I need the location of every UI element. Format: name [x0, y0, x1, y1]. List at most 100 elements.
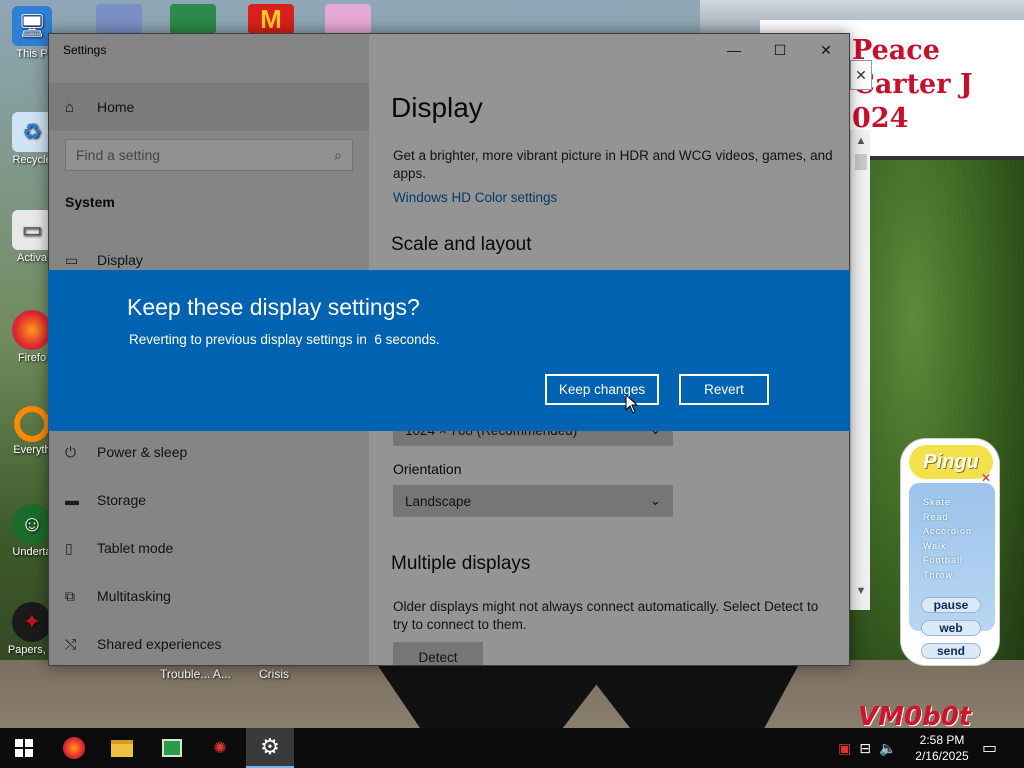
- crab-icon: ✺: [213, 740, 227, 757]
- multitasking-icon: ⧉: [65, 587, 75, 604]
- sidebar-item-label: Multitasking: [97, 588, 171, 604]
- window-title: Settings: [63, 43, 107, 57]
- windows-start-icon: [15, 739, 33, 757]
- pingu-web-button[interactable]: web: [921, 620, 981, 636]
- action-center-button[interactable]: ▭: [982, 728, 997, 768]
- background-window-close[interactable]: ✕: [850, 60, 872, 90]
- desktop-top-icon-2[interactable]: [170, 4, 216, 34]
- sidebar-item-label: Tablet mode: [97, 540, 174, 556]
- desktop-icon-label: Firefo: [17, 352, 47, 364]
- pingu-menu-item[interactable]: Read: [923, 510, 995, 525]
- revert-button[interactable]: Revert: [679, 374, 769, 405]
- task-manager-icon: [162, 739, 182, 757]
- window-titlebar[interactable]: Settings — ☐ ✕: [49, 34, 849, 66]
- desktop-icon-label: Activa: [17, 252, 47, 264]
- power-icon: ⏻: [65, 443, 77, 460]
- taskbar: ✺ ⚙ ▣ ⊟ 🔈 2:58 PM 2/16/2025 ▭: [0, 728, 1024, 768]
- monitor-icon: ▭: [65, 251, 79, 268]
- computer-icon: 🖥: [12, 6, 52, 46]
- keep-changes-button[interactable]: Keep changes: [545, 374, 659, 405]
- clock-time: 2:58 PM: [919, 733, 965, 747]
- notification-icon: ▭: [982, 740, 998, 757]
- scroll-down-icon[interactable]: ▼: [851, 582, 871, 600]
- hd-color-settings-link[interactable]: Windows HD Color settings: [393, 190, 557, 205]
- sidebar-item-shared-experiences[interactable]: ⤭ Shared experiences: [65, 626, 365, 662]
- sidebar-item-power-sleep[interactable]: ⏻ Power & sleep: [65, 434, 365, 470]
- desktop-top-icon-4[interactable]: [325, 4, 371, 34]
- sidebar-section-title: System: [65, 194, 115, 210]
- shared-icon: ⤭: [65, 635, 77, 652]
- system-tray: ▣ ⊟ 🔈: [838, 728, 896, 768]
- desktop-label-trouble[interactable]: Trouble... A...: [160, 667, 231, 681]
- taskbar-settings[interactable]: ⚙: [246, 728, 294, 768]
- keep-display-settings-dialog: Keep these display settings? Reverting t…: [48, 270, 850, 431]
- mouse-cursor-icon: [625, 394, 639, 414]
- dialog-title: Keep these display settings?: [127, 294, 420, 320]
- storage-icon: ▬: [65, 492, 79, 508]
- security-warning-icon[interactable]: ▣: [838, 740, 851, 757]
- sidebar-item-multitasking[interactable]: ⧉ Multitasking: [65, 578, 365, 614]
- search-placeholder: Find a setting: [76, 147, 161, 163]
- scale-layout-heading: Scale and layout: [391, 234, 532, 255]
- background-window-scrollbar[interactable]: ▲ ▼: [850, 130, 870, 610]
- papers-please-icon: ✦: [12, 602, 52, 642]
- sidebar-item-storage[interactable]: ▬ Storage: [65, 482, 365, 518]
- sidebar-item-label: Storage: [97, 492, 147, 508]
- page-title: Display: [391, 92, 483, 123]
- pingu-menu-item[interactable]: Throw: [923, 568, 995, 583]
- everything-icon: [14, 406, 50, 442]
- recycle-bin-icon: ♻: [12, 112, 52, 152]
- pingu-pause-button[interactable]: pause: [921, 597, 981, 613]
- desktop-top-icon-1[interactable]: [96, 4, 142, 34]
- search-icon: ⌕: [334, 146, 342, 163]
- volume-icon[interactable]: 🔈: [879, 740, 896, 757]
- taskbar-task-manager[interactable]: [148, 728, 196, 768]
- orientation-dropdown[interactable]: Landscape ⌄: [393, 485, 673, 517]
- desktop-icon-label: Recycle: [12, 154, 52, 166]
- sidebar-item-tablet-mode[interactable]: ▯ Tablet mode: [65, 530, 365, 566]
- taskbar-firefox[interactable]: [50, 728, 98, 768]
- sidebar-home-label: Home: [97, 99, 135, 115]
- activate-icon: ▭: [12, 210, 52, 250]
- minimize-button[interactable]: —: [711, 34, 757, 66]
- taskbar-clock[interactable]: 2:58 PM 2/16/2025: [908, 732, 976, 764]
- sidebar-item-label: Power & sleep: [97, 444, 188, 460]
- detect-button[interactable]: Detect: [393, 642, 483, 665]
- pingu-menu-item[interactable]: Accordion: [923, 524, 995, 539]
- orientation-value: Landscape: [405, 493, 472, 509]
- firefox-icon: [63, 737, 85, 759]
- home-icon: ⌂: [65, 98, 75, 116]
- scroll-thumb[interactable]: [855, 154, 867, 170]
- pingu-send-button[interactable]: send: [921, 643, 981, 659]
- file-explorer-icon: [111, 739, 133, 757]
- maximize-button[interactable]: ☐: [757, 34, 803, 66]
- multiple-displays-description: Older displays might not always connect …: [393, 599, 819, 632]
- mcdonalds-icon[interactable]: M: [248, 4, 294, 34]
- start-button[interactable]: [0, 728, 48, 768]
- firefox-icon: [12, 310, 52, 350]
- scroll-up-icon[interactable]: ▲: [851, 132, 871, 150]
- pingu-menu-item[interactable]: Football: [923, 553, 995, 568]
- chevron-down-icon: ⌄: [649, 493, 661, 508]
- desktop-label-crisis[interactable]: Crisis: [259, 667, 289, 681]
- sidebar-home[interactable]: ⌂ Home: [49, 83, 369, 131]
- pingu-menu-item[interactable]: Walk: [923, 539, 995, 554]
- pingu-widget: Pingu ✕ Skate Read Accordion Walk Footba…: [900, 438, 1000, 666]
- desktop-icon-label: This P: [16, 48, 48, 60]
- desktop-icon-label: Everyth: [13, 444, 51, 456]
- network-icon[interactable]: ⊟: [859, 740, 871, 757]
- close-button[interactable]: ✕: [803, 34, 849, 66]
- pingu-menu-item[interactable]: Skate: [923, 495, 995, 510]
- settings-gear-icon: ⚙: [260, 734, 280, 759]
- clock-date: 2/16/2025: [915, 749, 969, 763]
- sidebar-item-label: Shared experiences: [97, 636, 222, 652]
- dialog-message: Reverting to previous display settings i…: [129, 332, 440, 347]
- tablet-icon: ▯: [65, 539, 73, 556]
- multiple-displays-heading: Multiple displays: [391, 553, 531, 574]
- search-input[interactable]: Find a setting ⌕: [65, 139, 353, 171]
- taskbar-crab-app[interactable]: ✺: [196, 728, 244, 768]
- taskbar-file-explorer[interactable]: [98, 728, 146, 768]
- desktop-icon-label: Underta: [12, 546, 52, 558]
- sidebar-item-label: Display: [97, 252, 143, 268]
- orientation-label: Orientation: [393, 461, 462, 477]
